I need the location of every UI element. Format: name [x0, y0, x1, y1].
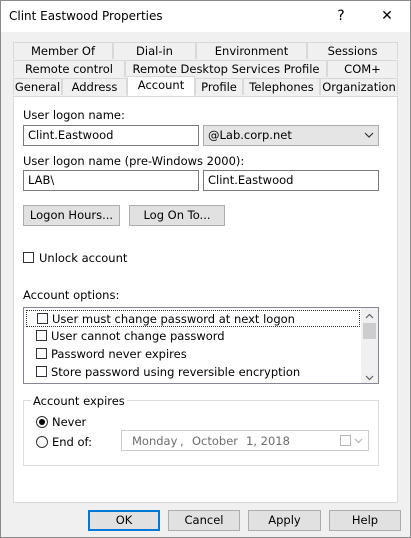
logon-name-label: User logon name:: [23, 108, 125, 122]
help-button[interactable]: Help: [329, 510, 401, 531]
tab-member-of[interactable]: Member Of: [13, 42, 113, 59]
apply-button[interactable]: Apply: [248, 510, 321, 531]
option-label: User must change password at next logon: [52, 312, 295, 326]
list-item[interactable]: User must change password at next logon: [26, 310, 360, 327]
cancel-button[interactable]: Cancel: [168, 510, 240, 531]
tab-sessions[interactable]: Sessions: [307, 42, 398, 59]
calendar-checkbox-icon[interactable]: [340, 435, 364, 450]
option-label: Password never expires: [51, 347, 187, 361]
tab-dial-in[interactable]: Dial-in: [113, 42, 196, 59]
domain-select[interactable]: @Lab.corp.net: [203, 125, 379, 146]
list-item[interactable]: User cannot change password: [26, 328, 360, 345]
properties-dialog: Clint Eastwood Properties ? ✕ Member Of …: [0, 0, 411, 538]
scroll-up-icon[interactable]: [365, 310, 374, 324]
date-month: October: [192, 434, 239, 448]
unlock-checkbox[interactable]: [23, 252, 34, 263]
date-separator: ,: [180, 434, 184, 448]
tab-address[interactable]: Address: [62, 78, 127, 95]
logon-name-input[interactable]: Clint.Eastwood: [23, 125, 199, 146]
chevron-down-icon: [364, 128, 374, 146]
date-rest: 1, 2018: [246, 434, 290, 448]
ok-button[interactable]: OK: [88, 510, 160, 531]
domain-select-value: @Lab.corp.net: [208, 128, 292, 142]
options-scrollbar[interactable]: [361, 308, 378, 383]
option-label: User cannot change password: [51, 329, 225, 343]
tab-environment[interactable]: Environment: [196, 42, 307, 59]
radio-dot: [39, 419, 45, 425]
tab-com-plus[interactable]: COM+: [327, 60, 398, 77]
tab-profile[interactable]: Profile: [195, 78, 243, 95]
tab-remote-control[interactable]: Remote control: [13, 60, 125, 77]
close-icon[interactable]: ✕: [364, 1, 410, 32]
option-checkbox[interactable]: [37, 313, 48, 324]
tab-organization[interactable]: Organization: [320, 78, 398, 95]
list-item[interactable]: Password never expires: [26, 346, 360, 363]
never-radio[interactable]: [36, 416, 48, 428]
logon-hours-button[interactable]: Logon Hours...: [23, 205, 120, 226]
window-title: Clint Eastwood Properties: [9, 9, 163, 23]
tab-account[interactable]: Account: [127, 76, 195, 96]
option-checkbox[interactable]: [36, 330, 47, 341]
end-date-picker[interactable]: Monday , October 1, 2018: [121, 430, 369, 451]
option-checkbox[interactable]: [36, 348, 47, 359]
account-expires-label: Account expires: [31, 394, 127, 408]
tab-rds-profile[interactable]: Remote Desktop Services Profile: [125, 60, 327, 77]
end-of-radio[interactable]: [36, 436, 48, 448]
option-checkbox[interactable]: [36, 366, 47, 377]
end-of-label: End of:: [52, 435, 93, 449]
pre2000-domain-field[interactable]: LAB\: [23, 170, 199, 191]
never-label: Never: [52, 415, 87, 429]
unlock-label: Unlock account: [39, 251, 128, 265]
title-bar[interactable]: Clint Eastwood Properties ? ✕: [1, 1, 410, 32]
options-label: Account options:: [23, 288, 120, 302]
list-item[interactable]: Store password using reversible encrypti…: [26, 364, 360, 381]
pre2000-label: User logon name (pre-Windows 2000):: [23, 154, 245, 168]
tab-telephones[interactable]: Telephones: [243, 78, 320, 95]
log-on-to-button[interactable]: Log On To...: [129, 205, 225, 226]
account-options-list[interactable]: User must change password at next logon …: [23, 307, 379, 384]
pre2000-name-input[interactable]: Clint.Eastwood: [203, 170, 379, 191]
help-icon[interactable]: ?: [318, 1, 364, 32]
tab-general[interactable]: General: [13, 78, 62, 95]
scroll-thumb[interactable]: [363, 323, 376, 339]
scroll-down-icon[interactable]: [365, 371, 374, 385]
date-day: Monday: [132, 434, 178, 448]
option-label: Store password using reversible encrypti…: [51, 365, 301, 379]
